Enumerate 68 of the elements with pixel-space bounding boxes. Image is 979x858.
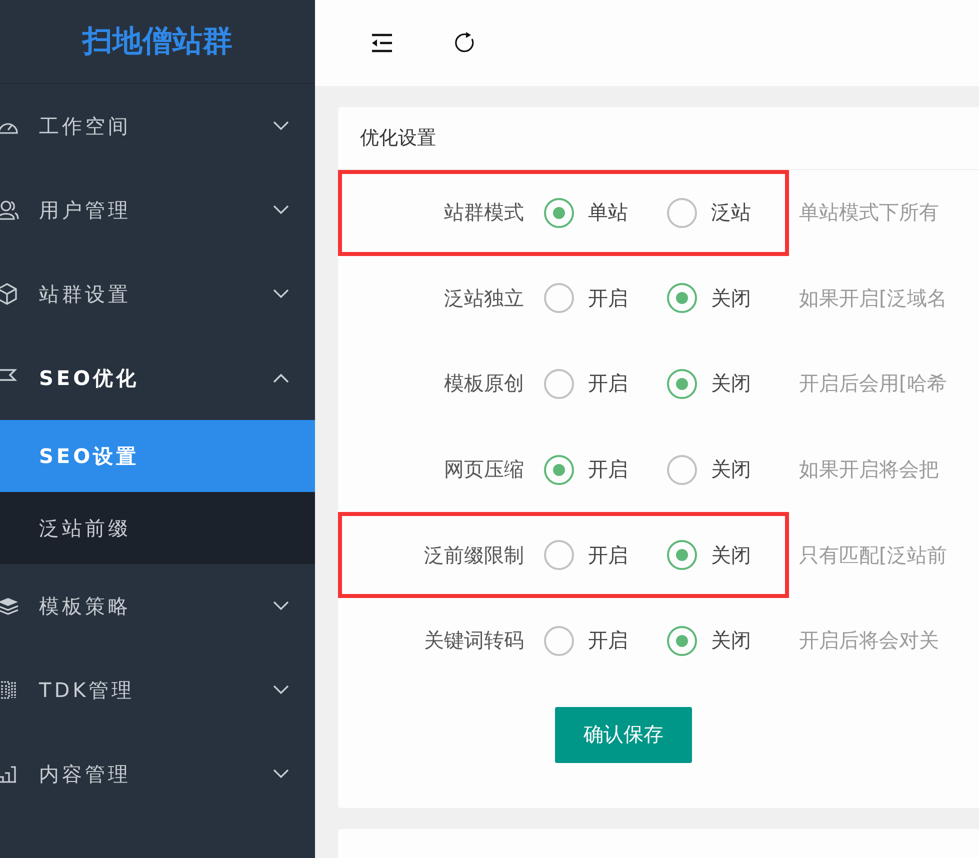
chevron-down-icon <box>273 205 289 215</box>
radio-option[interactable]: 关闭 <box>667 283 765 314</box>
radio-button[interactable] <box>544 626 574 656</box>
field-label: 站群模式 <box>443 199 525 226</box>
menu-label: SEO优化 <box>39 364 140 392</box>
radio-option[interactable]: 开启 <box>544 454 667 485</box>
radio-button[interactable] <box>544 540 574 570</box>
radio-option[interactable]: 关闭 <box>667 368 765 399</box>
menu-item[interactable]: SEO优化 <box>0 336 315 420</box>
menu-item[interactable]: 工作空间 <box>0 84 315 168</box>
field-label: 关键词转码 <box>423 627 525 654</box>
chevron-down-icon <box>273 685 289 695</box>
menu-label: 工作空间 <box>39 112 131 140</box>
menu-label: TDK管理 <box>39 676 135 704</box>
layers-icon <box>0 597 19 615</box>
radio-option[interactable]: 关闭 <box>667 540 765 570</box>
field-label: 泛站独立 <box>443 284 525 312</box>
radio-option[interactable]: 关闭 <box>667 626 765 656</box>
radio-button[interactable] <box>667 368 697 399</box>
columns-icon <box>0 680 17 700</box>
chevron-down-icon <box>273 601 289 611</box>
radio-option[interactable]: 开启 <box>544 626 667 656</box>
radio-button[interactable] <box>544 368 574 399</box>
radio-button[interactable] <box>667 626 697 656</box>
menu-item[interactable]: 站群设置 <box>0 252 315 336</box>
help-text: 如果开启[泛域名 <box>799 284 947 312</box>
chevron-down-icon <box>273 289 289 299</box>
radio-option[interactable]: 单站 <box>544 198 667 228</box>
field-label: 模板原创 <box>443 370 525 398</box>
menu-item[interactable]: TDK管理 <box>0 648 315 732</box>
field-label: 泛前缀限制 <box>423 542 525 569</box>
menu-item[interactable]: 模板策略 <box>0 564 315 648</box>
menu-item[interactable]: 内容管理 <box>0 732 315 816</box>
menu-label: 用户管理 <box>39 196 131 224</box>
radio-button[interactable] <box>667 454 697 485</box>
chevron-down-icon <box>273 769 289 779</box>
menu-label: 内容管理 <box>39 760 131 788</box>
radio-button[interactable] <box>544 198 574 228</box>
radio-button[interactable] <box>544 454 574 485</box>
menu-collapse-icon[interactable] <box>370 33 394 53</box>
refresh-icon[interactable] <box>454 32 476 54</box>
radio-option[interactable]: 开启 <box>544 368 667 399</box>
chevron-up-icon <box>273 373 289 383</box>
radio-option[interactable]: 泛站 <box>667 198 765 228</box>
chevron-down-icon <box>273 121 289 131</box>
menu-label: 站群设置 <box>39 280 131 308</box>
help-text: 开启后将会对关 <box>799 627 939 654</box>
save-button[interactable]: 确认保存 <box>555 706 692 763</box>
cube-icon <box>0 283 17 305</box>
radio-button[interactable] <box>667 540 697 570</box>
radio-button[interactable] <box>667 198 697 228</box>
field-label: 网页压缩 <box>443 456 525 484</box>
menu-label: 模板策略 <box>39 592 131 620</box>
help-text: 如果开启将会把 <box>799 456 939 484</box>
menu-item[interactable]: 用户管理 <box>0 168 315 252</box>
radio-option[interactable]: 关闭 <box>667 454 765 485</box>
card-title: 优化设置 <box>360 126 436 151</box>
help-text: 单站模式下所有 <box>799 199 939 226</box>
user-icon <box>0 200 19 220</box>
radio-button[interactable] <box>544 283 574 314</box>
bar-chart-icon <box>0 765 17 783</box>
submenu-item[interactable]: 泛站前缀 <box>0 492 315 564</box>
radio-option[interactable]: 开启 <box>544 283 667 314</box>
help-text: 开启后会用[哈希 <box>799 370 947 398</box>
radio-option[interactable]: 开启 <box>544 540 667 570</box>
radio-button[interactable] <box>667 283 697 314</box>
help-text: 只有匹配[泛站前 <box>799 542 947 569</box>
logo-text: 扫地僧站群 <box>82 23 232 61</box>
